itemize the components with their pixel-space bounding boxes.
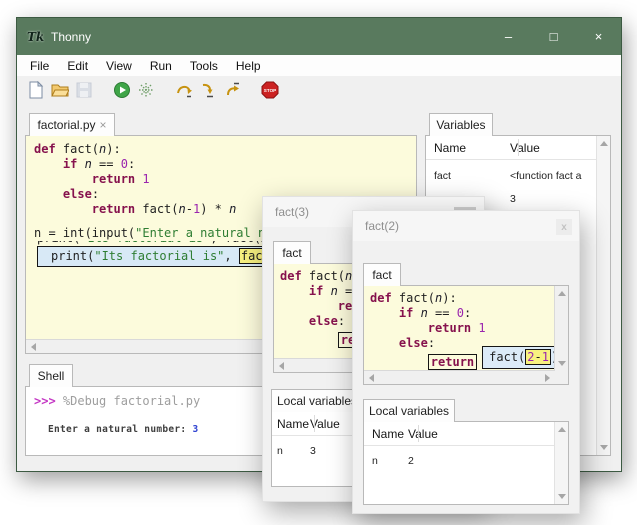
table-cell: n	[272, 445, 310, 457]
variables-header: Name Value	[426, 136, 596, 160]
frame2-locals-panel: Name Value n2	[363, 421, 569, 505]
scroll-left-icon[interactable]	[279, 362, 284, 370]
table-cell: 3	[310, 445, 316, 457]
menu-item-edit[interactable]: Edit	[58, 57, 97, 75]
new-file-icon[interactable]	[27, 81, 45, 99]
close-button[interactable]: ×	[576, 18, 621, 55]
active-return-keyword: return	[428, 354, 477, 370]
local-variables-tab-label: Local variables	[277, 394, 357, 408]
table-row[interactable]: n2	[364, 449, 554, 472]
tab-fact-frame3[interactable]: fact	[273, 241, 311, 264]
code-line: return 1	[370, 321, 555, 336]
evaluation-box: fact(2-1) * n	[482, 346, 555, 369]
frame-tab-label: fact	[282, 246, 301, 260]
table-cell: 3	[510, 193, 516, 205]
locals-rows: n2	[364, 446, 554, 472]
scroll-up-icon[interactable]	[558, 291, 566, 296]
code-line: def fact(n):	[370, 291, 555, 306]
scroll-up-icon[interactable]	[600, 141, 608, 146]
code-line: if n == 0:	[34, 157, 416, 172]
tab-local-variables-frame3[interactable]: Local variables	[271, 389, 363, 412]
locals-header: Name Value	[364, 422, 554, 446]
toolbar: STOP	[17, 76, 621, 103]
titlebar[interactable]: Tk Thonny – □ ×	[17, 18, 621, 55]
menu-item-file[interactable]: File	[21, 57, 58, 75]
table-cell: n	[364, 455, 408, 467]
column-separator	[518, 139, 519, 156]
debug-script-icon[interactable]	[137, 81, 155, 99]
column-separator	[418, 425, 419, 442]
popup-title: fact(3)	[275, 205, 309, 219]
tab-fact-frame2[interactable]: fact	[363, 263, 401, 286]
local-variables-tab-label: Local variables	[369, 404, 449, 418]
scroll-left-icon[interactable]	[369, 374, 374, 382]
step-into-icon[interactable]	[199, 81, 217, 99]
frame2-code: def fact(n): if n == 0: return 1 else: r…	[364, 286, 555, 371]
run-script-icon[interactable]	[113, 81, 131, 99]
frame-tab-label: fact	[372, 268, 391, 282]
table-cell: fact	[426, 170, 510, 182]
variables-vscrollbar[interactable]	[596, 136, 610, 455]
table-cell: 2	[408, 455, 414, 467]
col-name: Name	[272, 417, 310, 431]
popup-titlebar[interactable]: fact(2) x	[353, 211, 579, 241]
code-line: if n == 0:	[370, 306, 555, 321]
menu-item-tools[interactable]: Tools	[181, 57, 227, 75]
scroll-down-icon[interactable]	[600, 445, 608, 450]
active-subexpression: 2-1	[525, 349, 551, 365]
scroll-down-icon[interactable]	[558, 361, 566, 366]
shell-tab-label: Shell	[38, 369, 65, 383]
code-line: return 1	[34, 172, 416, 187]
scroll-up-icon[interactable]	[558, 427, 566, 432]
menu-item-help[interactable]: Help	[227, 57, 270, 75]
tab-close-icon[interactable]: ×	[100, 118, 107, 132]
col-value: Value	[408, 427, 438, 441]
col-value: Value	[510, 141, 540, 155]
frame2-vscrollbar[interactable]	[554, 286, 568, 371]
frame2-locals-vscrollbar[interactable]	[554, 422, 568, 504]
variables-tab-label: Variables	[436, 118, 485, 132]
open-file-icon[interactable]	[51, 81, 69, 99]
maximize-button[interactable]: □	[531, 18, 576, 55]
col-name: Name	[364, 427, 408, 441]
step-over-icon[interactable]	[175, 81, 193, 99]
editor-tab-label: factorial.py	[37, 118, 95, 132]
menubar: FileEditViewRunToolsHelp	[17, 55, 621, 76]
scroll-down-icon[interactable]	[558, 494, 566, 499]
frame2-hscrollbar[interactable]	[364, 370, 555, 384]
tab-variables[interactable]: Variables	[429, 113, 493, 136]
debug-frame-window-fact2: fact(2) x fact def fact(n): if n == 0: r…	[352, 210, 580, 514]
code-line: def fact(n):	[34, 142, 416, 157]
column-separator	[314, 415, 315, 432]
thonny-app-icon: Tk	[27, 29, 43, 45]
save-file-icon[interactable]	[75, 81, 93, 99]
scroll-left-icon[interactable]	[31, 343, 36, 351]
minimize-button[interactable]: –	[486, 18, 531, 55]
table-row[interactable]: fact<function fact a	[426, 164, 596, 187]
menu-item-run[interactable]: Run	[141, 57, 181, 75]
tab-factorial-py[interactable]: factorial.py ×	[29, 113, 115, 136]
popup-title: fact(2)	[365, 219, 399, 233]
frame2-code-panel[interactable]: def fact(n): if n == 0: return 1 else: r…	[363, 285, 569, 385]
tab-shell[interactable]: Shell	[29, 364, 73, 387]
window-title: Thonny	[51, 30, 91, 44]
scroll-right-icon[interactable]	[545, 374, 550, 382]
popup-close-button[interactable]: x	[556, 219, 572, 235]
stop-icon[interactable]: STOP	[261, 81, 279, 99]
step-out-icon[interactable]	[223, 81, 241, 99]
tab-local-variables-frame2[interactable]: Local variables	[363, 399, 455, 422]
svg-text:STOP: STOP	[264, 88, 276, 93]
table-cell: <function fact a	[510, 170, 582, 182]
menu-item-view[interactable]: View	[97, 57, 141, 75]
col-name: Name	[426, 141, 510, 155]
